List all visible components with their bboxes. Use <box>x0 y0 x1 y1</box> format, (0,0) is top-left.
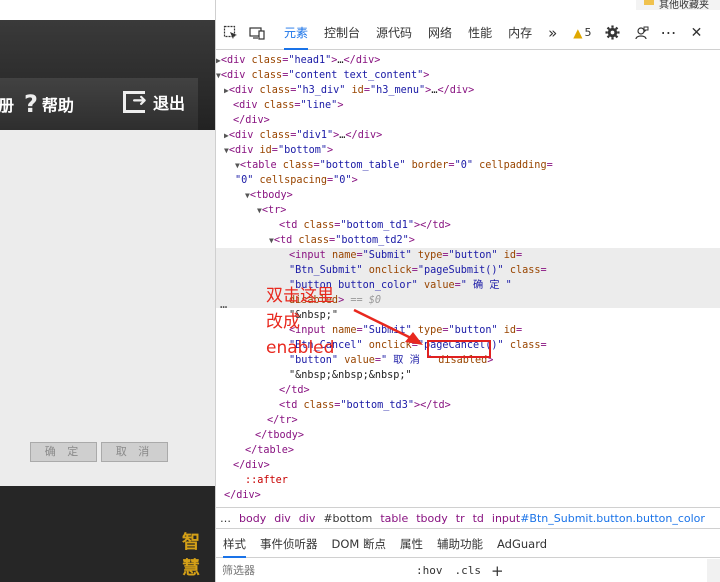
styles-pane-tabs: 样式 事件侦听器 DOM 断点 属性 辅助功能 AdGuard <box>216 530 720 558</box>
tab-network[interactable]: 网络 <box>420 16 460 50</box>
breadcrumb-input-tag: input <box>491 511 521 525</box>
bookmark-folder-label[interactable]: 其他收藏夹 <box>659 0 709 11</box>
dom-node-line[interactable]: </div> <box>216 458 720 473</box>
dom-node-line[interactable]: <td class="bottom_td3"></td> <box>216 398 720 413</box>
tab-performance[interactable]: 性能 <box>460 16 500 50</box>
class-toggle[interactable]: .cls <box>455 564 482 577</box>
dom-tree[interactable]: … ▶<div class="head1">…</div> ▼<div class… <box>216 51 720 506</box>
dom-node-line[interactable]: </table> <box>216 443 720 458</box>
warnings-badge[interactable]: ▲ 5 <box>573 26 591 40</box>
dom-node-line[interactable]: "Btn_Submit" onclick="pageSubmit()" clas… <box>216 263 720 278</box>
breadcrumb-input-selector: #Btn_Submit.button.button_color <box>520 511 705 525</box>
dom-node-line[interactable]: ▼<table class="bottom_table" border="0" … <box>216 158 720 173</box>
annotation-line-2: 改成 <box>266 312 300 332</box>
annotation-line-3: enabled <box>266 338 335 358</box>
breadcrumb: … body div div #bottom table tbody tr td… <box>216 507 720 529</box>
dom-node-line[interactable]: ▶<div class="div1">…</div> <box>216 128 720 143</box>
breadcrumb-div-2[interactable]: div <box>295 512 320 525</box>
inspect-element-icon[interactable] <box>220 22 242 44</box>
breadcrumb-td[interactable]: td <box>469 512 488 525</box>
cancel-button[interactable]: 取 消 <box>101 442 168 462</box>
dom-node-line[interactable]: <div class="line"> <box>216 98 720 113</box>
breadcrumb-tr[interactable]: tr <box>452 512 469 525</box>
disabled-attribute-highlight <box>427 340 491 358</box>
dom-node-line[interactable]: ▼<td class="bottom_td2"> <box>216 233 720 248</box>
styles-scrollbar[interactable] <box>707 559 720 582</box>
styles-filter-row: :hov .cls + <box>216 559 720 582</box>
help-icon: ? <box>24 90 38 118</box>
nav-help-label: 帮助 <box>41 96 74 115</box>
warnings-count: 5 <box>584 26 592 39</box>
breadcrumb-more[interactable]: … <box>216 512 235 525</box>
dom-node-line[interactable]: <td class="bottom_td1"></td> <box>216 218 720 233</box>
footer-logo: 智慧 <box>182 532 200 579</box>
more-tabs-button[interactable]: » <box>540 16 565 50</box>
dom-node-line[interactable]: ::after <box>216 473 720 488</box>
devtools-toolbar: 元素 控制台 源代码 网络 性能 内存 » ▲ 5 ⋯ ✕ <box>216 16 720 50</box>
breadcrumb-tbody[interactable]: tbody <box>412 512 452 525</box>
nav-help-link[interactable]: ? 帮助 <box>24 90 74 118</box>
folder-icon <box>644 0 654 5</box>
close-icon[interactable]: ✕ <box>686 22 708 44</box>
styles-filter-input[interactable] <box>222 560 412 581</box>
bookmarks-strip: 其他收藏夹 <box>636 0 720 11</box>
tab-event-listeners[interactable]: 事件侦听器 <box>253 530 325 558</box>
annotation-text: 双击这里 改成 enabled <box>266 283 334 361</box>
device-toolbar-icon[interactable] <box>246 22 268 44</box>
warning-icon: ▲ <box>573 25 583 40</box>
dom-node-line[interactable]: ▶<div class="h3_div" id="h3_menu">…</div… <box>216 83 720 98</box>
dom-node-line[interactable]: </tr> <box>216 413 720 428</box>
tab-accessibility[interactable]: 辅助功能 <box>430 530 490 558</box>
dom-node-line[interactable]: </tbody> <box>216 428 720 443</box>
dom-node-line[interactable]: </td> <box>216 383 720 398</box>
nav-exit-link[interactable]: 退出 <box>123 90 185 114</box>
tab-sources[interactable]: 源代码 <box>368 16 420 50</box>
tab-styles[interactable]: 样式 <box>216 530 253 558</box>
dom-node-line[interactable]: ▼<tbody> <box>216 188 720 203</box>
tab-console[interactable]: 控制台 <box>316 16 368 50</box>
breadcrumb-body[interactable]: body <box>235 512 270 525</box>
dom-node-line[interactable]: </div> <box>216 488 720 503</box>
settings-gear-icon[interactable] <box>602 22 624 44</box>
tab-memory[interactable]: 内存 <box>500 16 540 50</box>
breadcrumb-bottom[interactable]: #bottom <box>319 512 376 525</box>
devtools-panel: 其他收藏夹 元素 控制台 源代码 网络 性能 内存 » ▲ 5 ⋯ ✕ … ▶<… <box>215 0 720 582</box>
dom-node-line[interactable]: <input name="Submit" type="button" id= <box>216 248 720 263</box>
dom-node-line[interactable]: ▼<tr> <box>216 203 720 218</box>
tab-properties[interactable]: 属性 <box>393 530 430 558</box>
webpage-viewport: 册 ? 帮助 退出 确 定 取 消 智慧 <box>0 0 215 582</box>
dom-node-line[interactable]: ▶<div class="head1">…</div> <box>216 53 720 68</box>
dom-node-line[interactable]: ▼<div class="content text_content"> <box>216 68 720 83</box>
dom-node-line[interactable]: </div> <box>216 113 720 128</box>
more-options-icon[interactable]: ⋯ <box>658 22 680 44</box>
annotation-line-1: 双击这里 <box>266 286 334 306</box>
breadcrumb-div-1[interactable]: div <box>270 512 295 525</box>
breadcrumb-input[interactable]: input#Btn_Submit.button.button_color <box>488 512 709 525</box>
breadcrumb-table[interactable]: table <box>376 512 412 525</box>
confirm-button[interactable]: 确 定 <box>30 442 97 462</box>
tab-adguard[interactable]: AdGuard <box>490 530 554 558</box>
nav-exit-label: 退出 <box>153 94 186 113</box>
dom-node-line[interactable]: "&nbsp;&nbsp;&nbsp;" <box>216 368 720 383</box>
hover-state-toggle[interactable]: :hov <box>416 564 443 577</box>
dom-node-line[interactable]: "0" cellspacing="0"> <box>216 173 720 188</box>
nav-register-partial[interactable]: 册 <box>0 92 14 116</box>
tab-elements[interactable]: 元素 <box>276 16 316 50</box>
dom-node-line[interactable]: ▼<div id="bottom"> <box>216 143 720 158</box>
nav-register-label: 册 <box>0 96 15 115</box>
page-top-strip <box>0 0 215 20</box>
exit-icon <box>123 90 147 113</box>
feedback-icon[interactable] <box>630 22 652 44</box>
annotation-arrow <box>353 308 423 345</box>
tab-dom-breakpoints[interactable]: DOM 断点 <box>325 530 393 558</box>
new-rule-button[interactable]: + <box>491 562 504 580</box>
